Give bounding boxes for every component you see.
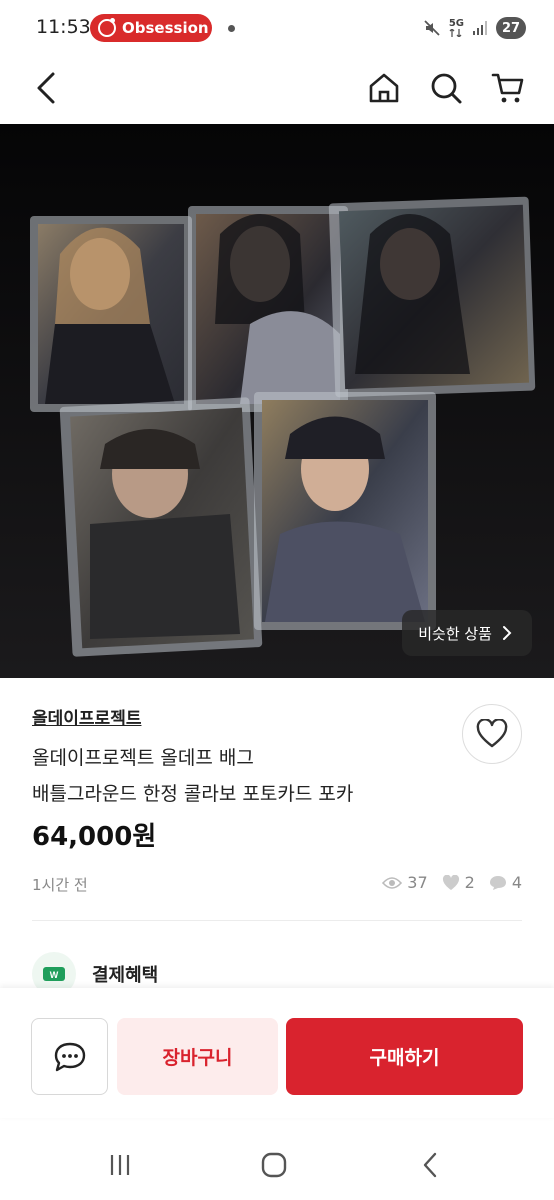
chat-small-icon: [489, 875, 506, 890]
back-button[interactable]: [24, 66, 68, 110]
product-title: 올데이프로젝트 올데프 배그 배틀그라운드 한정 콜라보 포토카드 포카: [32, 740, 452, 812]
network-type: 5G: [449, 19, 464, 37]
heart-icon: [476, 719, 508, 748]
benefit-label: 결제혜택: [92, 965, 159, 986]
similar-products-label: 비슷한 상품: [418, 624, 492, 643]
cart-icon: [491, 73, 524, 103]
chats-stat: 4: [489, 873, 522, 892]
chat-bubble-icon: [54, 1042, 85, 1071]
home-icon: [369, 73, 399, 103]
status-icons: 5G 27: [423, 14, 526, 42]
likes-count: 2: [464, 873, 475, 892]
system-navigation-bar: [0, 1130, 554, 1200]
similar-products-button[interactable]: 비슷한 상품: [402, 610, 532, 656]
svg-text:W: W: [50, 970, 59, 980]
title-line-2: 배틀그라운드 한정 콜라보 포토카드 포카: [32, 783, 354, 805]
battery-indicator: 27: [496, 17, 526, 39]
app-logo-icon: [98, 18, 116, 37]
product-photo[interactable]: 비슷한 상품: [0, 124, 554, 678]
signal-icon: [472, 20, 488, 36]
top-nav: [0, 58, 554, 118]
divider: [32, 920, 522, 921]
mute-icon: [423, 19, 441, 37]
photocards-image: [0, 124, 554, 678]
eye-icon: [382, 876, 403, 889]
search-button[interactable]: [424, 66, 468, 110]
home-circle-icon: [261, 1152, 287, 1178]
back-icon: [37, 72, 55, 104]
system-back-button[interactable]: [410, 1148, 450, 1182]
recent-apps-button[interactable]: [100, 1148, 140, 1182]
posted-time: 1시간 전: [32, 876, 88, 894]
bottom-action-bar: 장바구니 구매하기: [0, 988, 554, 1118]
heart-small-icon: [442, 874, 459, 890]
add-to-cart-button[interactable]: 장바구니: [117, 1018, 278, 1095]
data-arrows-icon: [449, 29, 462, 37]
chat-button[interactable]: [31, 1018, 108, 1095]
status-time: 11:53: [36, 16, 91, 38]
title-line-1: 올데이프로젝트 올데프 배그: [32, 747, 254, 769]
product-stats: 37 2 4: [374, 873, 522, 892]
likes-stat: 2: [442, 873, 475, 892]
views-count: 37: [407, 873, 428, 892]
chevron-right-icon: [503, 626, 512, 640]
search-icon: [431, 73, 462, 104]
recent-apps-icon: [110, 1155, 130, 1175]
views-stat: 37: [382, 873, 428, 892]
cart-button[interactable]: [486, 66, 530, 110]
chats-count: 4: [511, 873, 522, 892]
shop-name-link[interactable]: 올데이프로젝트: [32, 704, 141, 729]
system-back-icon: [423, 1152, 437, 1178]
notification-app-name: Obsession: [122, 19, 209, 37]
status-bar: 11:53 Obsession 5G 27: [0, 0, 554, 56]
notification-pill[interactable]: Obsession: [90, 14, 212, 42]
system-home-button[interactable]: [254, 1148, 294, 1182]
home-button[interactable]: [362, 66, 406, 110]
wishlist-button[interactable]: [462, 704, 522, 764]
product-price: 64,000원: [32, 822, 157, 852]
buy-now-button[interactable]: 구매하기: [286, 1018, 523, 1095]
notification-dot: [228, 25, 235, 32]
